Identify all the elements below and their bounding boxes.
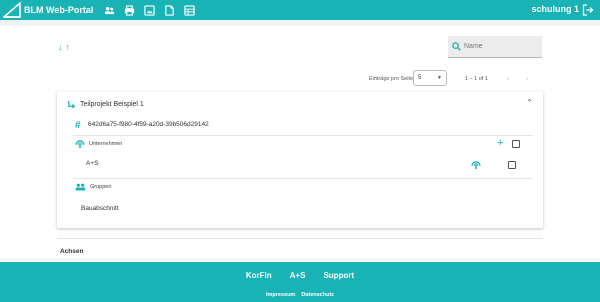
groups-section-label: Gruppen bbox=[75, 183, 111, 191]
card-title: Teilprojekt Beispiel 1 bbox=[80, 101, 144, 108]
page-range: 1 – 1 of 1 bbox=[465, 76, 488, 82]
per-page-label: Einträge pro Seite bbox=[369, 76, 414, 82]
company-icon[interactable] bbox=[471, 161, 481, 169]
users-icon[interactable] bbox=[103, 4, 115, 16]
subproject-id: 642d6a75-f980-4f59-a20d-39b506d29142 bbox=[88, 121, 209, 128]
companies-section-label: Unternehmen bbox=[75, 140, 122, 148]
collapse-icon[interactable]: ⌃ bbox=[526, 98, 533, 107]
divider bbox=[57, 238, 543, 239]
subproject-card: Teilprojekt Beispiel 1 ⌃ # 642d6a75-f980… bbox=[57, 92, 543, 228]
footer-link-support[interactable]: Support bbox=[323, 271, 354, 280]
search-field[interactable]: Name bbox=[448, 36, 542, 58]
next-page-icon[interactable]: › bbox=[526, 74, 529, 83]
chevron-down-icon: ▼ bbox=[437, 75, 442, 81]
logout-icon[interactable] bbox=[582, 4, 594, 16]
add-company-icon[interactable]: + bbox=[497, 138, 503, 149]
previous-page-icon[interactable]: ‹ bbox=[507, 74, 510, 83]
subheader-strip bbox=[0, 20, 600, 26]
footer-link-as[interactable]: A+S bbox=[290, 271, 306, 280]
hash-icon: # bbox=[75, 120, 81, 131]
footer-link-impressum[interactable]: Impressum bbox=[266, 292, 295, 298]
printer-icon[interactable] bbox=[123, 4, 135, 16]
group-name: Bauabschnitt bbox=[81, 205, 119, 212]
divider bbox=[73, 178, 533, 179]
subdirectory-arrow-icon bbox=[68, 100, 76, 109]
company-checkbox[interactable] bbox=[508, 161, 516, 169]
sort-ascending-icon[interactable]: ↑ bbox=[66, 42, 71, 52]
axes-section-title[interactable]: Achsen bbox=[60, 248, 83, 255]
document-icon[interactable] bbox=[163, 4, 175, 16]
groups-label: Gruppen bbox=[90, 184, 112, 190]
divider bbox=[73, 135, 533, 136]
footer-legal-links: Impressum Datenschutz bbox=[0, 292, 600, 298]
card-header[interactable]: Teilprojekt Beispiel 1 bbox=[67, 100, 144, 109]
group-icon bbox=[75, 183, 86, 191]
companies-label: Unternehmen bbox=[89, 141, 123, 147]
footer: KorFin A+S Support Impressum Datenschutz bbox=[0, 262, 600, 302]
per-page-value: 5 bbox=[418, 75, 422, 81]
company-icon bbox=[75, 140, 85, 148]
app-title[interactable]: BLM Web-Portal bbox=[24, 5, 93, 15]
image-icon[interactable] bbox=[143, 4, 155, 16]
company-name: A+S bbox=[86, 160, 99, 167]
logo-icon[interactable] bbox=[3, 2, 21, 18]
search-input[interactable]: Name bbox=[464, 43, 483, 50]
nav-icons bbox=[103, 4, 195, 16]
footer-links: KorFin A+S Support bbox=[0, 271, 600, 280]
per-page-select[interactable]: 5 ▼ bbox=[413, 70, 447, 86]
top-app-bar: BLM Web-Portal schulung 1 bbox=[0, 0, 600, 20]
select-all-companies-checkbox[interactable] bbox=[512, 140, 520, 148]
table-icon[interactable] bbox=[183, 4, 195, 16]
footer-link-datenschutz[interactable]: Datenschutz bbox=[301, 292, 334, 298]
sort-descending-icon[interactable]: ↓ bbox=[58, 42, 63, 52]
sort-controls: ↓ ↑ bbox=[58, 42, 70, 52]
user-name[interactable]: schulung 1 bbox=[531, 4, 579, 14]
search-icon bbox=[452, 42, 461, 51]
footer-link-korfin[interactable]: KorFin bbox=[246, 271, 272, 280]
